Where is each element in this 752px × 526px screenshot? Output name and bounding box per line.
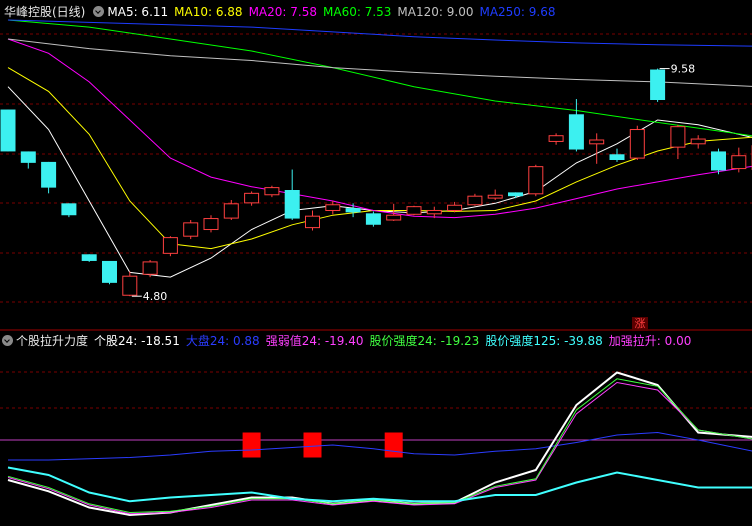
candle-body	[284, 190, 300, 219]
candle-body	[690, 138, 706, 145]
candle-body	[203, 218, 219, 231]
candle-body	[41, 161, 57, 188]
indicator-line	[7, 381, 752, 515]
candle-body	[0, 109, 16, 152]
indicator-line	[7, 466, 752, 503]
candle-body	[345, 208, 361, 213]
signal-bar	[384, 432, 403, 458]
candle-body	[264, 187, 280, 196]
candle-body	[609, 154, 625, 160]
candle-body	[142, 261, 158, 275]
ma-line-ma5	[7, 86, 752, 278]
candle-body	[365, 213, 381, 225]
signal-bar	[303, 432, 322, 458]
indicator-line	[7, 378, 752, 514]
price-annotation-label: 9.58	[671, 63, 696, 76]
candle-body	[244, 192, 260, 204]
candle-body	[467, 195, 483, 206]
indicator-line	[8, 431, 752, 461]
candle-body	[325, 204, 341, 211]
candle-body	[162, 237, 178, 254]
candle-body	[731, 155, 747, 170]
candle-body	[61, 203, 77, 216]
candle-body	[670, 126, 686, 148]
ma-line-ma20	[7, 38, 752, 219]
ma-line-ma250	[7, 19, 752, 47]
candle-body	[81, 254, 97, 261]
candle-body	[447, 204, 463, 211]
candle-body	[589, 139, 605, 145]
candle-body	[223, 203, 239, 219]
candle-body	[528, 166, 544, 195]
ma-line-ma60	[7, 19, 752, 137]
candle-body	[102, 260, 117, 283]
candle-body	[386, 214, 402, 221]
candle-body	[548, 135, 564, 142]
candle-body	[629, 129, 645, 159]
candle-body	[487, 194, 503, 199]
candle-body	[305, 215, 320, 229]
stock-chart: 9.58 4.80	[0, 19, 752, 517]
candle-body	[183, 222, 199, 237]
candle-body	[711, 151, 726, 171]
ma-line-ma120	[7, 38, 752, 87]
indicator-line	[7, 371, 752, 517]
candle-body	[20, 151, 36, 163]
signal-bar	[242, 432, 261, 458]
candle-body	[568, 114, 584, 150]
candle-body	[426, 209, 442, 215]
candle-body	[122, 275, 138, 296]
candle-body	[406, 206, 422, 215]
candle-body	[650, 69, 666, 100]
price-annotation-label: 4.80	[143, 290, 168, 303]
rise-badge: 涨	[632, 317, 648, 331]
candle-body	[508, 192, 523, 197]
